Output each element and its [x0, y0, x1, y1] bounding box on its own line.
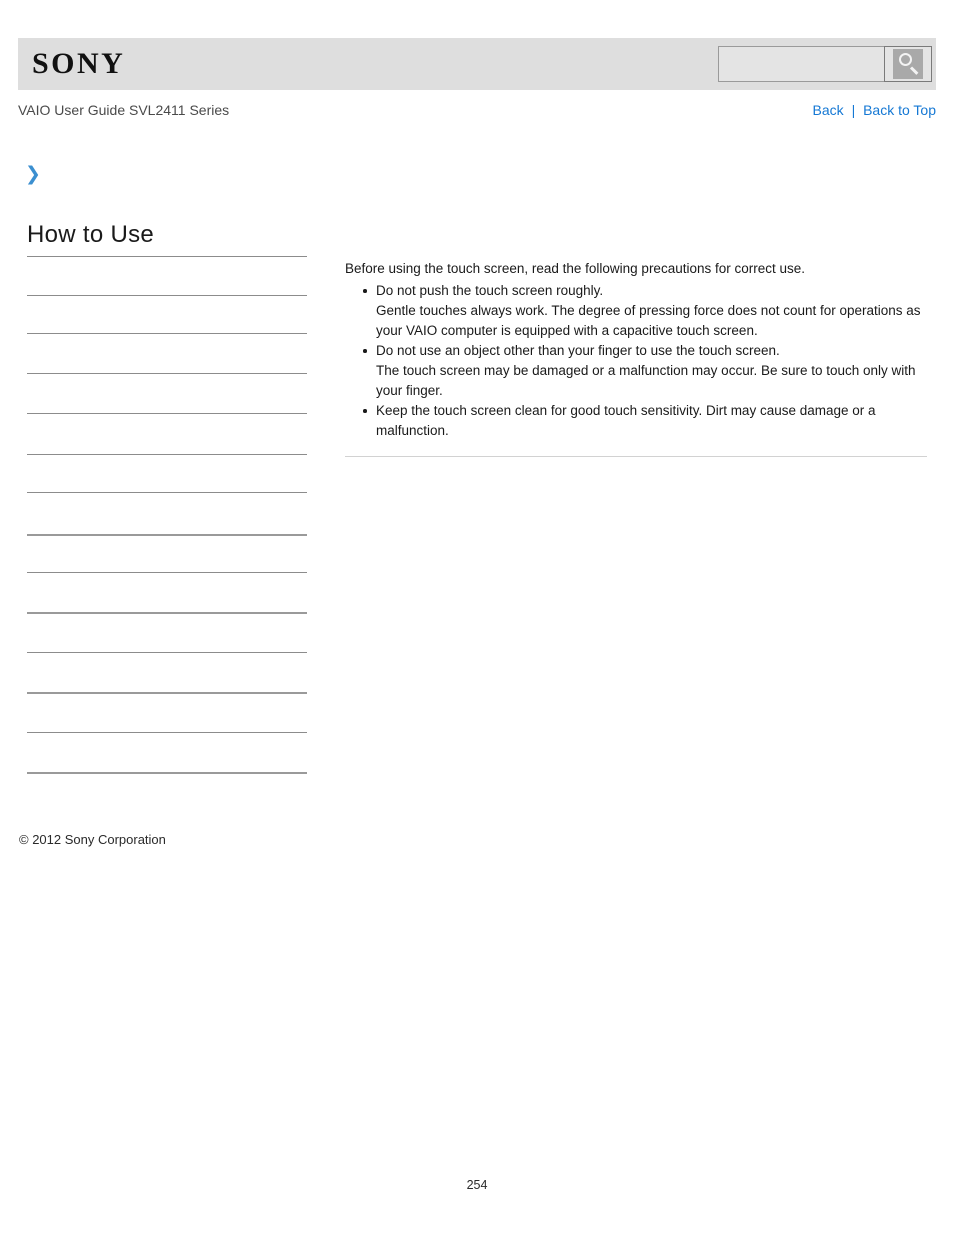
- bullet-icon: [363, 289, 367, 293]
- bullet-icon: [363, 409, 367, 413]
- sidebar-item[interactable]: [27, 295, 307, 333]
- header-nav-links: Back | Back to Top: [813, 100, 936, 120]
- bullet-icon: [363, 349, 367, 353]
- content-intro: Before using the touch screen, read the …: [345, 261, 806, 276]
- back-to-top-link[interactable]: Back to Top: [863, 102, 936, 118]
- precaution-item: Keep the touch screen clean for good tou…: [345, 401, 927, 441]
- sidebar-item[interactable]: [27, 413, 307, 454]
- sidebar-item[interactable]: [27, 333, 307, 373]
- sidebar-item[interactable]: [27, 732, 307, 772]
- guide-title-bar: VAIO User Guide SVL2411 Series Back | Ba…: [18, 100, 936, 122]
- sidebar-heading: How to Use: [27, 221, 155, 248]
- site-header: SONY: [18, 38, 936, 90]
- precautions-list: Do not push the touch screen roughly. Gen…: [345, 281, 927, 441]
- page-title: VAIO User Guide SVL2411 Series: [18, 102, 230, 118]
- sidebar-item[interactable]: [27, 772, 307, 812]
- sidebar-item[interactable]: [27, 454, 307, 492]
- precaution-heading: Do not use an object other than your fin…: [376, 343, 780, 358]
- precaution-item: Do not push the touch screen roughly. Gen…: [345, 281, 927, 341]
- search-icon: [893, 49, 923, 79]
- precaution-heading: Do not push the touch screen roughly.: [376, 283, 604, 298]
- back-link[interactable]: Back: [813, 102, 844, 118]
- sidebar-item[interactable]: [27, 572, 307, 612]
- main-content: Before using the touch screen, read the …: [345, 258, 927, 441]
- sidebar-item[interactable]: [27, 612, 307, 652]
- sidebar-item[interactable]: [27, 692, 307, 732]
- sidebar-item-list: [27, 256, 307, 812]
- page-number: 254: [466, 1178, 488, 1192]
- precaution-body: The touch screen may be damaged or a mal…: [376, 363, 916, 398]
- precaution-item: Do not use an object other than your fin…: [345, 341, 927, 401]
- nav-separator: |: [851, 102, 856, 118]
- sidebar: How to Use: [27, 220, 307, 812]
- precaution-heading: Keep the touch screen clean for good tou…: [376, 403, 876, 438]
- sidebar-item[interactable]: [27, 652, 307, 692]
- sidebar-item[interactable]: [27, 534, 307, 572]
- sony-logo: SONY: [32, 47, 126, 80]
- precaution-body: Gentle touches always work. The degree o…: [376, 303, 921, 338]
- sidebar-item[interactable]: [27, 373, 307, 413]
- sidebar-item[interactable]: [27, 256, 307, 295]
- copyright-text: © 2012 Sony Corporation: [19, 832, 166, 847]
- search-input[interactable]: [718, 46, 884, 82]
- chevron-right-icon[interactable]: ❯: [25, 164, 43, 184]
- search-area: [718, 46, 932, 82]
- sidebar-item[interactable]: [27, 492, 307, 534]
- content-divider: [345, 456, 927, 457]
- search-button[interactable]: [884, 46, 932, 82]
